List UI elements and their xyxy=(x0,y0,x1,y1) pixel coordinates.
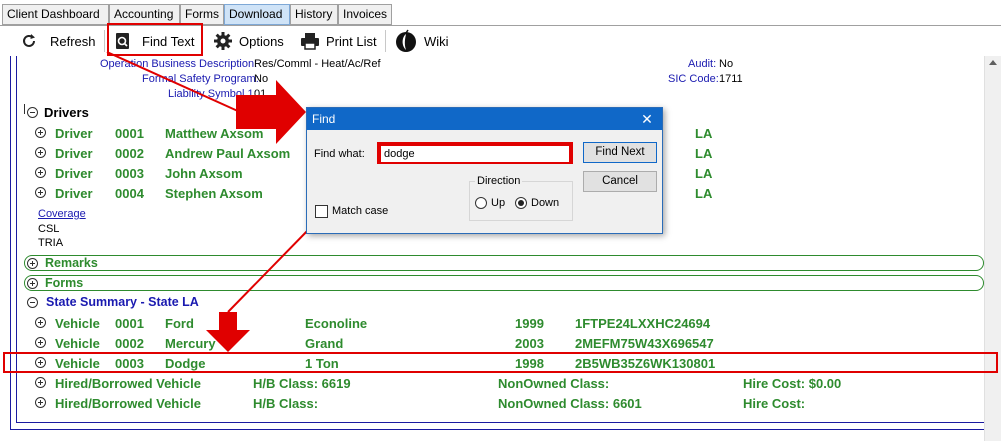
find-what-label: Find what: xyxy=(314,148,365,160)
match-case-checkbox[interactable] xyxy=(315,205,328,218)
annotation-arrow-right-icon xyxy=(106,51,306,144)
find-input-highlight-box xyxy=(377,142,573,164)
cancel-button[interactable]: Cancel xyxy=(583,171,657,192)
match-case-label: Match case xyxy=(332,205,389,217)
find-dialog: Find ✕ Find what: Find Next Cancel Direc… xyxy=(306,107,663,234)
annotation-arrow-down-icon xyxy=(206,225,313,352)
find-dialog-titlebar[interactable]: Find xyxy=(307,108,662,130)
direction-up-label: Up xyxy=(491,197,506,209)
direction-down-radio[interactable] xyxy=(515,197,527,209)
direction-down-label: Down xyxy=(531,197,560,209)
direction-label: Direction xyxy=(475,175,523,187)
close-icon[interactable]: ✕ xyxy=(640,112,654,126)
direction-up-radio[interactable] xyxy=(475,197,487,209)
find-next-button[interactable]: Find Next xyxy=(583,142,657,163)
find-dialog-title: Find xyxy=(312,112,336,126)
